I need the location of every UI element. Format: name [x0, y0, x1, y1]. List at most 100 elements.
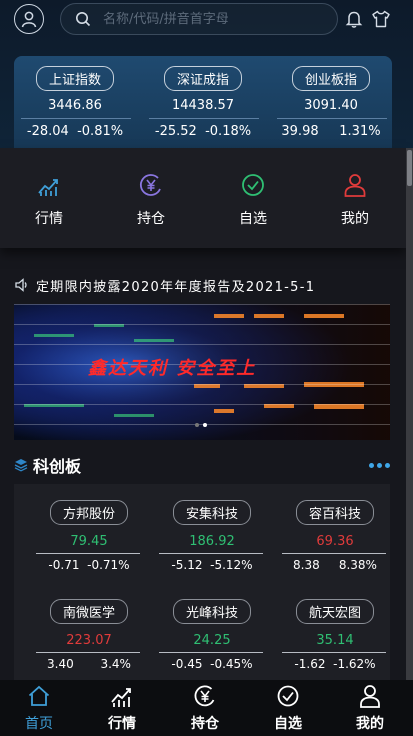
stock-card[interactable]: 方邦股份 79.45 -0.71 -0.71%	[34, 498, 144, 588]
index-price: 14438.57	[171, 98, 235, 113]
stock-change-value: 3.40	[47, 657, 74, 671]
quick-nav-market[interactable]: 行情	[9, 172, 89, 228]
stock-price: 35.14	[316, 633, 354, 648]
index-item[interactable]: 创业板指 3091.40 39.98 1.31%	[270, 56, 392, 148]
stock-change-pct: -0.71%	[87, 558, 130, 572]
stock-card[interactable]: 安集科技 186.92 -5.12 -5.12%	[157, 498, 267, 588]
star-market-header: 科创板	[14, 453, 390, 476]
stock-name: 安集科技	[172, 500, 252, 525]
stock-name: 容百科技	[295, 500, 375, 525]
chart-icon	[111, 688, 131, 707]
index-item[interactable]: 深证成指 14438.57 -25.52 -0.18%	[142, 56, 264, 148]
stock-price: 223.07	[66, 633, 112, 648]
divider	[282, 553, 386, 554]
tab-market[interactable]: 行情	[92, 684, 152, 733]
divider	[36, 553, 140, 554]
notice-text: 定期限内披露2020年年度报告及2021-5-1	[36, 279, 316, 295]
pagination-dot-active[interactable]	[203, 423, 207, 427]
home-icon	[28, 685, 50, 706]
search-icon	[76, 12, 91, 27]
banner-pagination[interactable]	[195, 423, 207, 427]
index-change-value: -28.04	[26, 124, 69, 139]
index-price: 3446.86	[48, 98, 102, 113]
check-circle-icon	[242, 174, 264, 196]
stock-change-value: -5.12	[171, 558, 203, 572]
promo-banner[interactable]: 鑫达天利 安全至上	[14, 304, 390, 440]
stock-price: 69.36	[316, 534, 354, 549]
divider	[159, 553, 263, 554]
person-icon	[360, 685, 380, 708]
quick-nav-watchlist[interactable]: 自选	[213, 172, 293, 228]
divider	[21, 118, 131, 119]
index-name: 深证成指	[163, 66, 243, 91]
stock-change-value: -0.71	[48, 558, 80, 572]
stock-change-value: -1.62	[294, 657, 326, 671]
search-input[interactable]	[101, 10, 305, 28]
index-item[interactable]: 上证指数 3446.86 -28.04 -0.81%	[14, 56, 136, 148]
stock-change: -5.12 -5.12%	[157, 558, 267, 572]
stock-card[interactable]: 容百科技 69.36 8.38 8.38%	[280, 498, 390, 588]
stock-change-value: 8.38	[293, 558, 320, 572]
stock-change: -1.62 -1.62%	[280, 657, 390, 671]
stock-price: 24.25	[193, 633, 231, 648]
stock-ticker-banner-image: 鑫达天利 安全至上	[14, 304, 390, 440]
index-change-value: 39.98	[281, 124, 319, 139]
stock-change-pct: -0.45%	[210, 657, 253, 671]
tab-mine[interactable]: 我的	[340, 684, 400, 733]
quick-nav-mine[interactable]: 我的	[315, 172, 395, 228]
tab-label: 我的	[356, 716, 384, 732]
star-market-grid: 方邦股份 79.45 -0.71 -0.71% 安集科技 186.92 -5.1…	[14, 484, 390, 680]
shirt-icon[interactable]	[371, 9, 391, 29]
quick-nav-label: 持仓	[137, 211, 165, 227]
scrollbar-track[interactable]	[406, 148, 413, 680]
stock-change-pct: 8.38%	[338, 558, 377, 572]
tab-label: 首页	[25, 716, 53, 732]
index-change-pct: 1.31%	[339, 124, 381, 139]
top-header: 上证指数 3446.86 -28.04 -0.81% 深证成指 14438.57…	[0, 0, 413, 150]
stock-name: 南微医学	[49, 599, 129, 624]
bottom-tab-bar: 首页 行情 持仓 自选 我的	[0, 680, 413, 736]
stock-price: 79.45	[70, 534, 108, 549]
scrollbar-thumb[interactable]	[407, 150, 412, 186]
index-change: -28.04 -0.81%	[14, 124, 136, 139]
stock-card[interactable]: 光峰科技 24.25 -0.45 -0.45%	[157, 597, 267, 687]
stock-name: 航天宏图	[295, 599, 375, 624]
tab-watchlist[interactable]: 自选	[258, 684, 318, 733]
index-change-pct: -0.18%	[205, 124, 252, 139]
section-title: 科创板	[33, 457, 82, 476]
divider	[277, 118, 387, 119]
stock-card[interactable]: 南微医学 223.07 3.40 3.4%	[34, 597, 144, 687]
tab-home[interactable]: 首页	[9, 684, 69, 733]
stock-price: 186.92	[189, 534, 235, 549]
yen-icon	[194, 685, 215, 707]
index-change: 39.98 1.31%	[270, 124, 392, 139]
stock-change: 3.40 3.4%	[34, 657, 144, 671]
bell-icon[interactable]	[345, 9, 363, 29]
pagination-dot[interactable]	[195, 423, 199, 427]
user-avatar-button[interactable]	[14, 4, 44, 34]
tab-label: 行情	[108, 716, 136, 732]
more-icon[interactable]	[369, 463, 390, 468]
search-bar[interactable]	[60, 3, 338, 35]
person-icon	[344, 174, 366, 197]
quick-nav-holdings[interactable]: 持仓	[111, 172, 191, 228]
stock-change-pct: -5.12%	[210, 558, 253, 572]
banner-slogan: 鑫达天利 安全至上	[88, 358, 256, 379]
layers-icon	[14, 459, 28, 472]
index-price: 3091.40	[304, 98, 358, 113]
stock-name: 方邦股份	[49, 500, 129, 525]
stock-card[interactable]: 航天宏图 35.14 -1.62 -1.62%	[280, 597, 390, 687]
quick-nav-label: 自选	[239, 211, 267, 227]
quick-nav-panel: 行情 持仓 自选 我的	[0, 148, 406, 248]
stock-name: 光峰科技	[172, 599, 252, 624]
divider	[36, 652, 140, 653]
speaker-icon	[15, 278, 27, 292]
notice-ticker[interactable]: 定期限内披露2020年年度报告及2021-5-1	[14, 276, 390, 294]
user-icon	[21, 11, 37, 28]
stock-change-pct: 3.4%	[100, 657, 131, 671]
stock-change: -0.45 -0.45%	[157, 657, 267, 671]
tab-holdings[interactable]: 持仓	[175, 684, 235, 733]
index-change-value: -25.52	[154, 124, 197, 139]
quick-nav-label: 我的	[341, 211, 369, 227]
tab-label: 持仓	[191, 716, 219, 732]
